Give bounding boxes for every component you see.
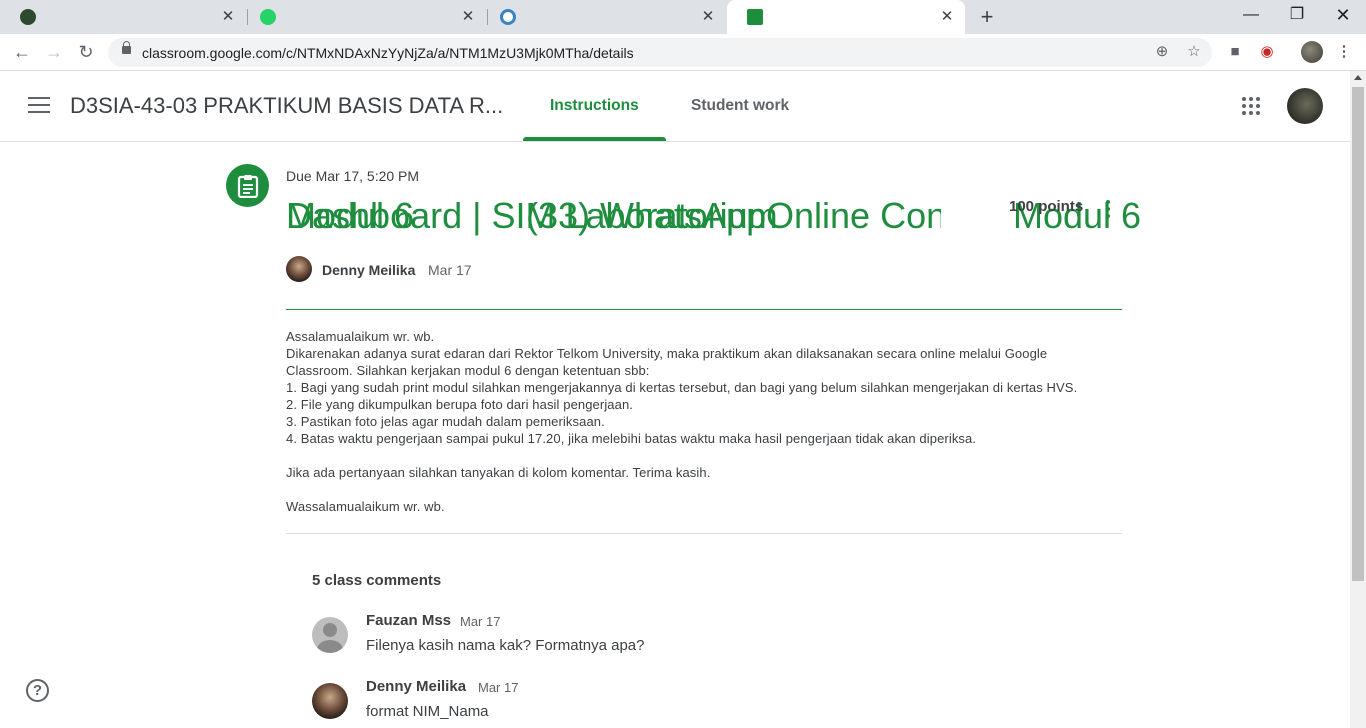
url-text[interactable]: classroom.google.com/c/NTMxNDAxNzYyNjZa/… — [142, 45, 634, 61]
close-icon[interactable]: ✕ — [939, 9, 955, 25]
instruction-line: 2. File yang dikumpulkan berupa foto dar… — [286, 397, 634, 412]
comment-author-avatar — [312, 683, 348, 719]
browser-menu-icon[interactable]: ⋮ — [1334, 42, 1354, 62]
help-icon[interactable]: ? — [26, 679, 49, 702]
browser-tab-sim-laboratorium[interactable]: Dashboard | SIM Laboratorium ✕ — [0, 0, 778, 236]
comment-author: Fauzan Mss — [366, 612, 452, 629]
browser-tab-strip: Dashboard | SIM Laboratorium ✕ (33) What… — [0, 0, 1366, 236]
title-divider — [286, 309, 1122, 310]
browser-toolbar: ← → ↻ classroom.google.com/c/NTMxNDAxNzY… — [0, 34, 1366, 71]
instruction-line: 3. Pastikan foto jelas agar mudah dalam … — [286, 414, 605, 429]
browser-tab-whatsapp[interactable]: (33) WhatsApp ✕ — [240, 0, 766, 236]
minimize-icon[interactable]: — — [1228, 0, 1274, 32]
points-label: 100 points — [1009, 198, 1084, 215]
star-bookmark-icon[interactable]: ☆ — [1185, 43, 1203, 61]
instruction-line: Dikarenakan adanya surat edaran dari Rek… — [286, 346, 1048, 361]
assignment-instructions: Assalamualaikum wr. wb. Dikarenakan adan… — [286, 328, 1122, 515]
forward-arrow-icon[interactable]: → — [42, 40, 66, 64]
comment-date: Mar 17 — [460, 614, 501, 629]
sim-lab-favicon-icon — [20, 9, 36, 25]
comments-divider — [286, 533, 1122, 534]
author-name: Denny Meilika — [322, 262, 416, 278]
instruction-line: Assalamualaikum wr. wb. — [286, 329, 435, 344]
address-bar[interactable]: classroom.google.com/c/NTMxNDAxNzYyNjZa/… — [108, 38, 1212, 67]
tab-instructions[interactable]: Instructions — [523, 71, 666, 141]
assignment-clipboard-icon — [226, 164, 269, 207]
instruction-line: 1. Bagi yang sudah print modul silahkan … — [286, 380, 1078, 395]
comment-text: format NIM_Nama — [366, 703, 489, 720]
comment-text: Filenya kasih nama kak? Formatnya apa? — [366, 637, 645, 654]
class-comments-count[interactable]: 5 class comments — [312, 572, 441, 589]
converter-favicon-icon — [500, 9, 516, 25]
close-icon[interactable]: ✕ — [460, 9, 476, 25]
comment-date: Mar 17 — [478, 680, 519, 695]
account-avatar[interactable] — [1287, 88, 1323, 124]
zoom-icon[interactable]: ⊕ — [1153, 43, 1171, 61]
tab-title: Online Converter - Convert Imag — [766, 195, 941, 236]
close-icon[interactable]: ✕ — [700, 9, 716, 25]
posted-date: Mar 17 — [428, 262, 472, 278]
default-avatar-icon — [312, 617, 348, 653]
restore-icon[interactable]: ❐ — [1274, 0, 1320, 32]
window-close-icon[interactable]: ✕ — [1320, 0, 1366, 32]
browser-tab-modul-6[interactable]: Modul 6 ✕ — [727, 0, 1141, 236]
extension-record-icon[interactable]: ◉ — [1257, 42, 1277, 62]
google-apps-icon[interactable] — [1242, 97, 1260, 115]
instruction-line: Jika ada pertanyaan silahkan tanyakan di… — [286, 465, 711, 480]
main-menu-icon[interactable] — [28, 97, 50, 115]
assignment-title: Modul 6 — [286, 195, 415, 236]
instruction-line: Classroom. Silahkan kerjakan modul 6 den… — [286, 363, 650, 378]
class-name[interactable]: D3SIA-43-03 PRAKTIKUM BASIS DATA R... — [70, 93, 525, 119]
reload-icon[interactable]: ↻ — [74, 40, 98, 64]
extension-robot-icon[interactable]: ■ — [1225, 42, 1245, 62]
new-tab-icon[interactable]: + — [977, 6, 997, 28]
instruction-line: Wassalamualaikum wr. wb. — [286, 499, 445, 514]
scroll-up-arrow-icon[interactable] — [1354, 75, 1362, 80]
due-date: Due Mar 17, 5:20 PM — [286, 168, 420, 184]
scroll-thumb[interactable] — [1352, 87, 1364, 581]
tab-title: (33) WhatsApp — [526, 195, 767, 236]
whatsapp-favicon-icon — [260, 9, 276, 25]
classroom-favicon-icon — [747, 9, 763, 25]
tab-student-work[interactable]: Student work — [691, 71, 789, 141]
comment-item: Fauzan Mss Mar 17 Filenya kasih nama kak… — [312, 612, 1012, 662]
classroom-header: D3SIA-43-03 PRAKTIKUM BASIS DATA R... In… — [0, 71, 1350, 142]
instruction-line: 4. Batas waktu pengerjaan sampai pukul 1… — [286, 431, 977, 446]
page-scrollbar[interactable] — [1350, 71, 1366, 728]
author-avatar — [286, 256, 312, 282]
browser-profile-avatar[interactable] — [1301, 41, 1323, 63]
lock-icon — [122, 41, 131, 54]
close-icon[interactable]: ✕ — [220, 9, 236, 25]
comment-author: Denny Meilika — [366, 678, 467, 695]
browser-tab-online-converter[interactable]: Online Converter - Convert Imag ✕ — [480, 0, 941, 236]
comment-item: Denny Meilika Mar 17 format NIM_Nama — [312, 678, 1012, 728]
more-options-icon[interactable] — [1104, 200, 1112, 222]
back-arrow-icon[interactable]: ← — [10, 40, 34, 64]
